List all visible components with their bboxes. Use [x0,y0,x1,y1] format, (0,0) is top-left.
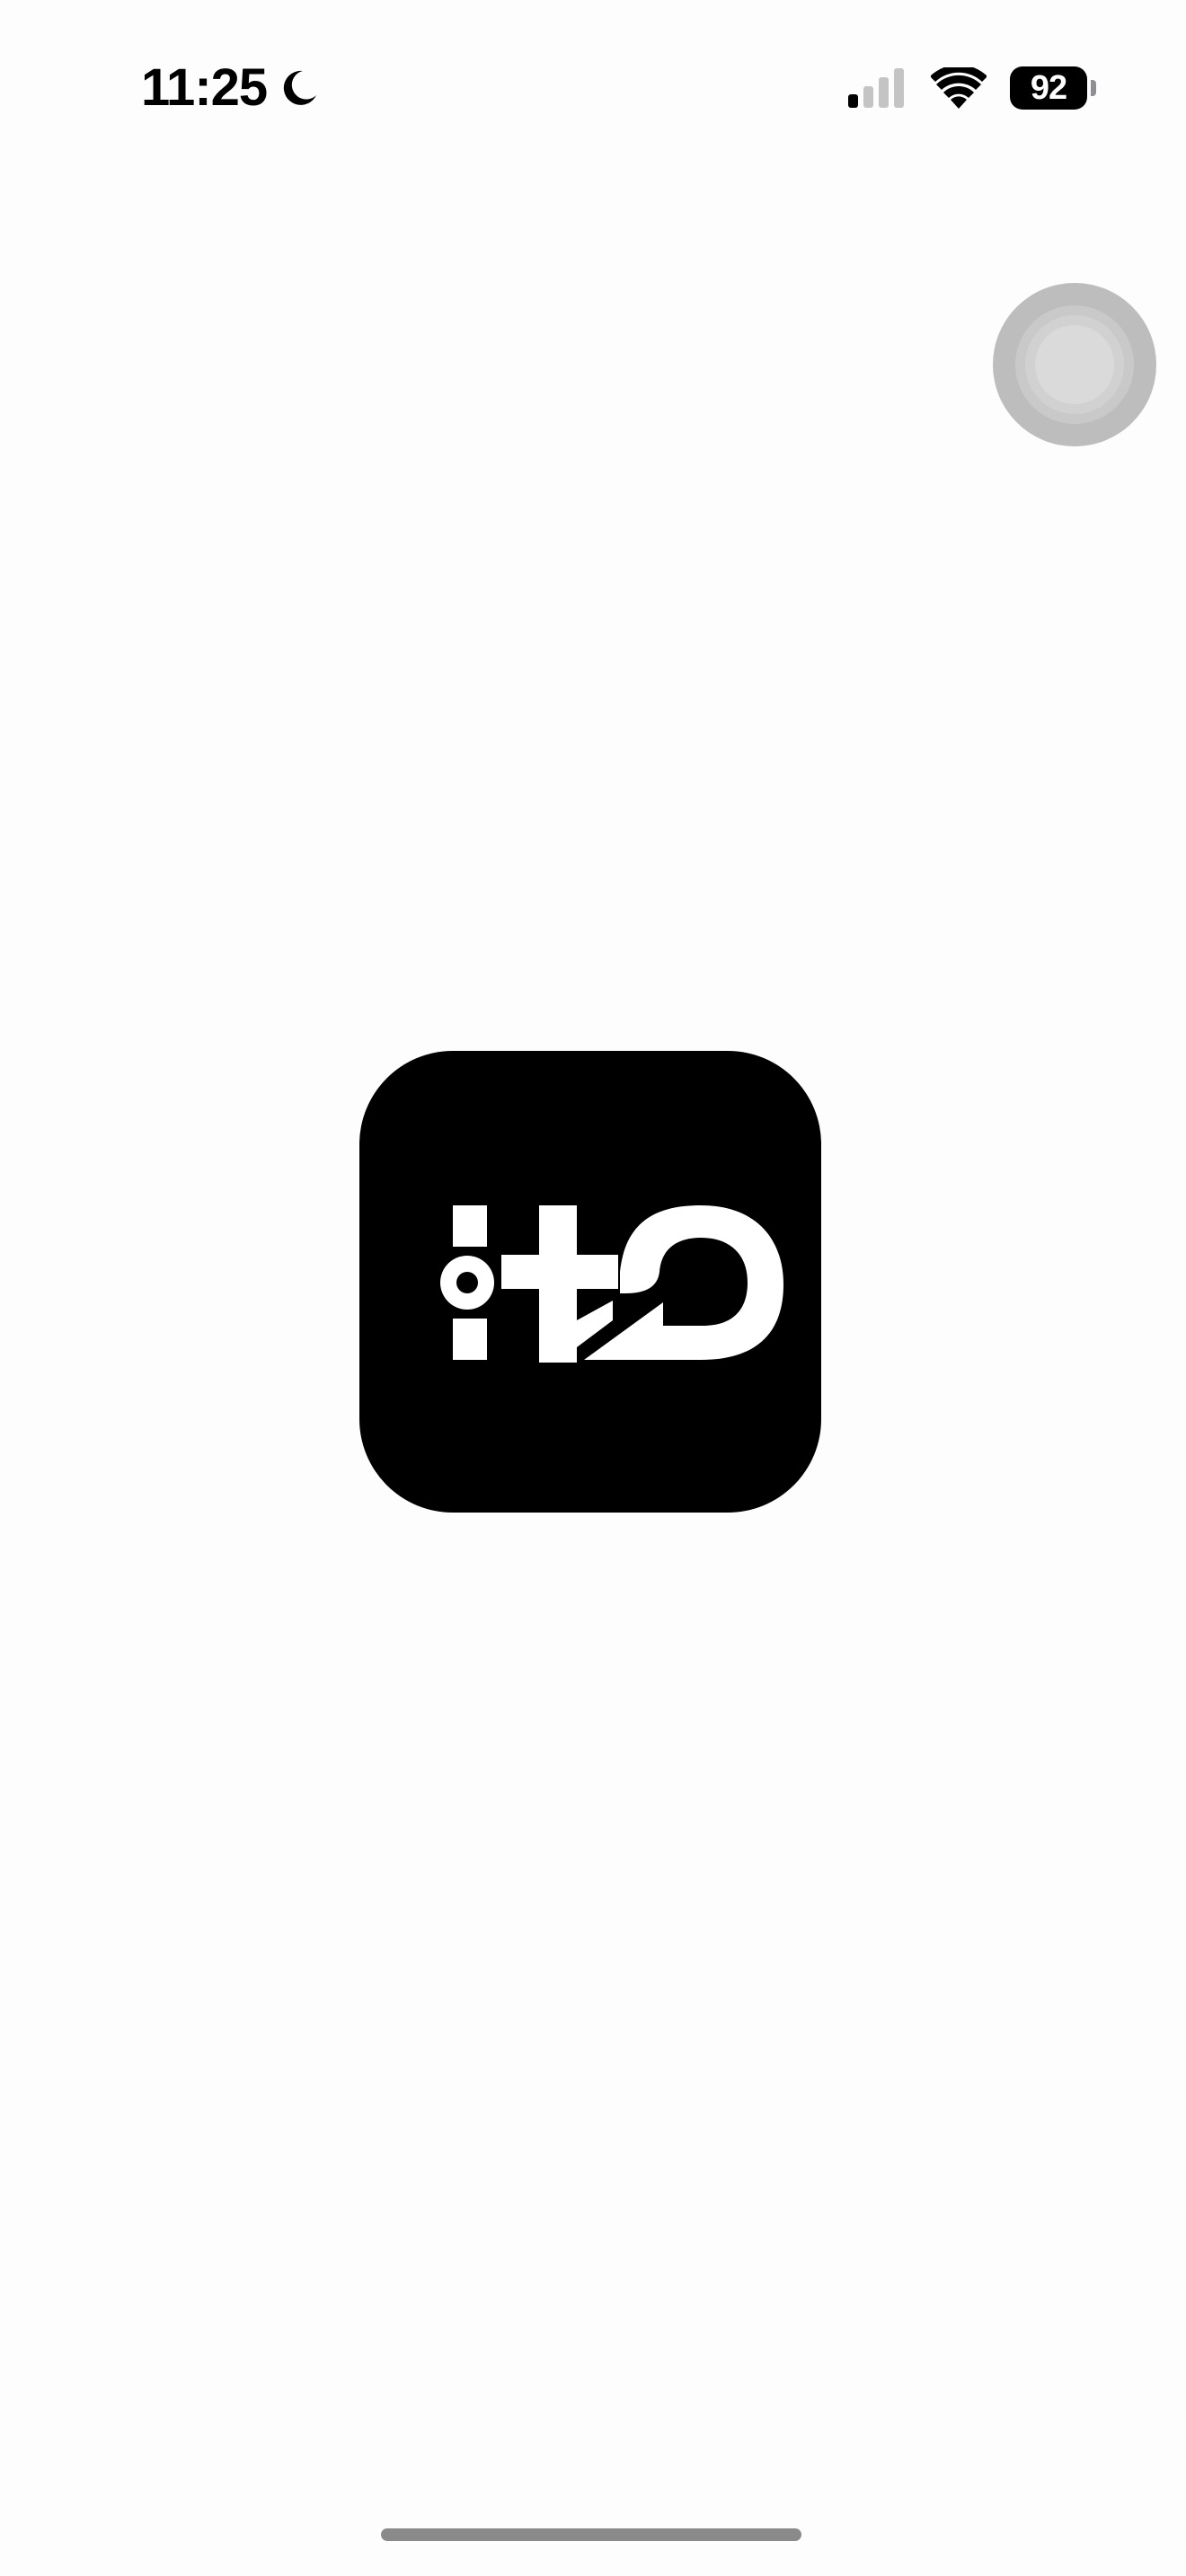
status-left: 11:25 [141,56,319,120]
wifi-icon [931,67,987,109]
status-bar: 11:25 92 [0,0,1186,171]
app-logo [359,1051,821,1513]
moon-icon [283,70,317,105]
battery-icon: 92 [1010,66,1096,110]
assistive-touch-core [1035,325,1114,404]
battery-level: 92 [1030,69,1067,107]
battery-cap [1091,80,1096,96]
assistive-touch-button[interactable] [993,283,1156,446]
status-time: 11:25 [141,58,268,117]
status-right: 92 [846,63,1096,113]
splash-screen: 11:25 92 [0,0,1186,2576]
home-indicator[interactable] [381,2528,801,2541]
app-logo-icon [440,1205,783,1363]
assistive-touch-ring [1025,315,1124,414]
battery-body: 92 [1010,66,1087,110]
assistive-touch-icon [1015,305,1134,424]
cellular-signal-icon [848,68,904,108]
